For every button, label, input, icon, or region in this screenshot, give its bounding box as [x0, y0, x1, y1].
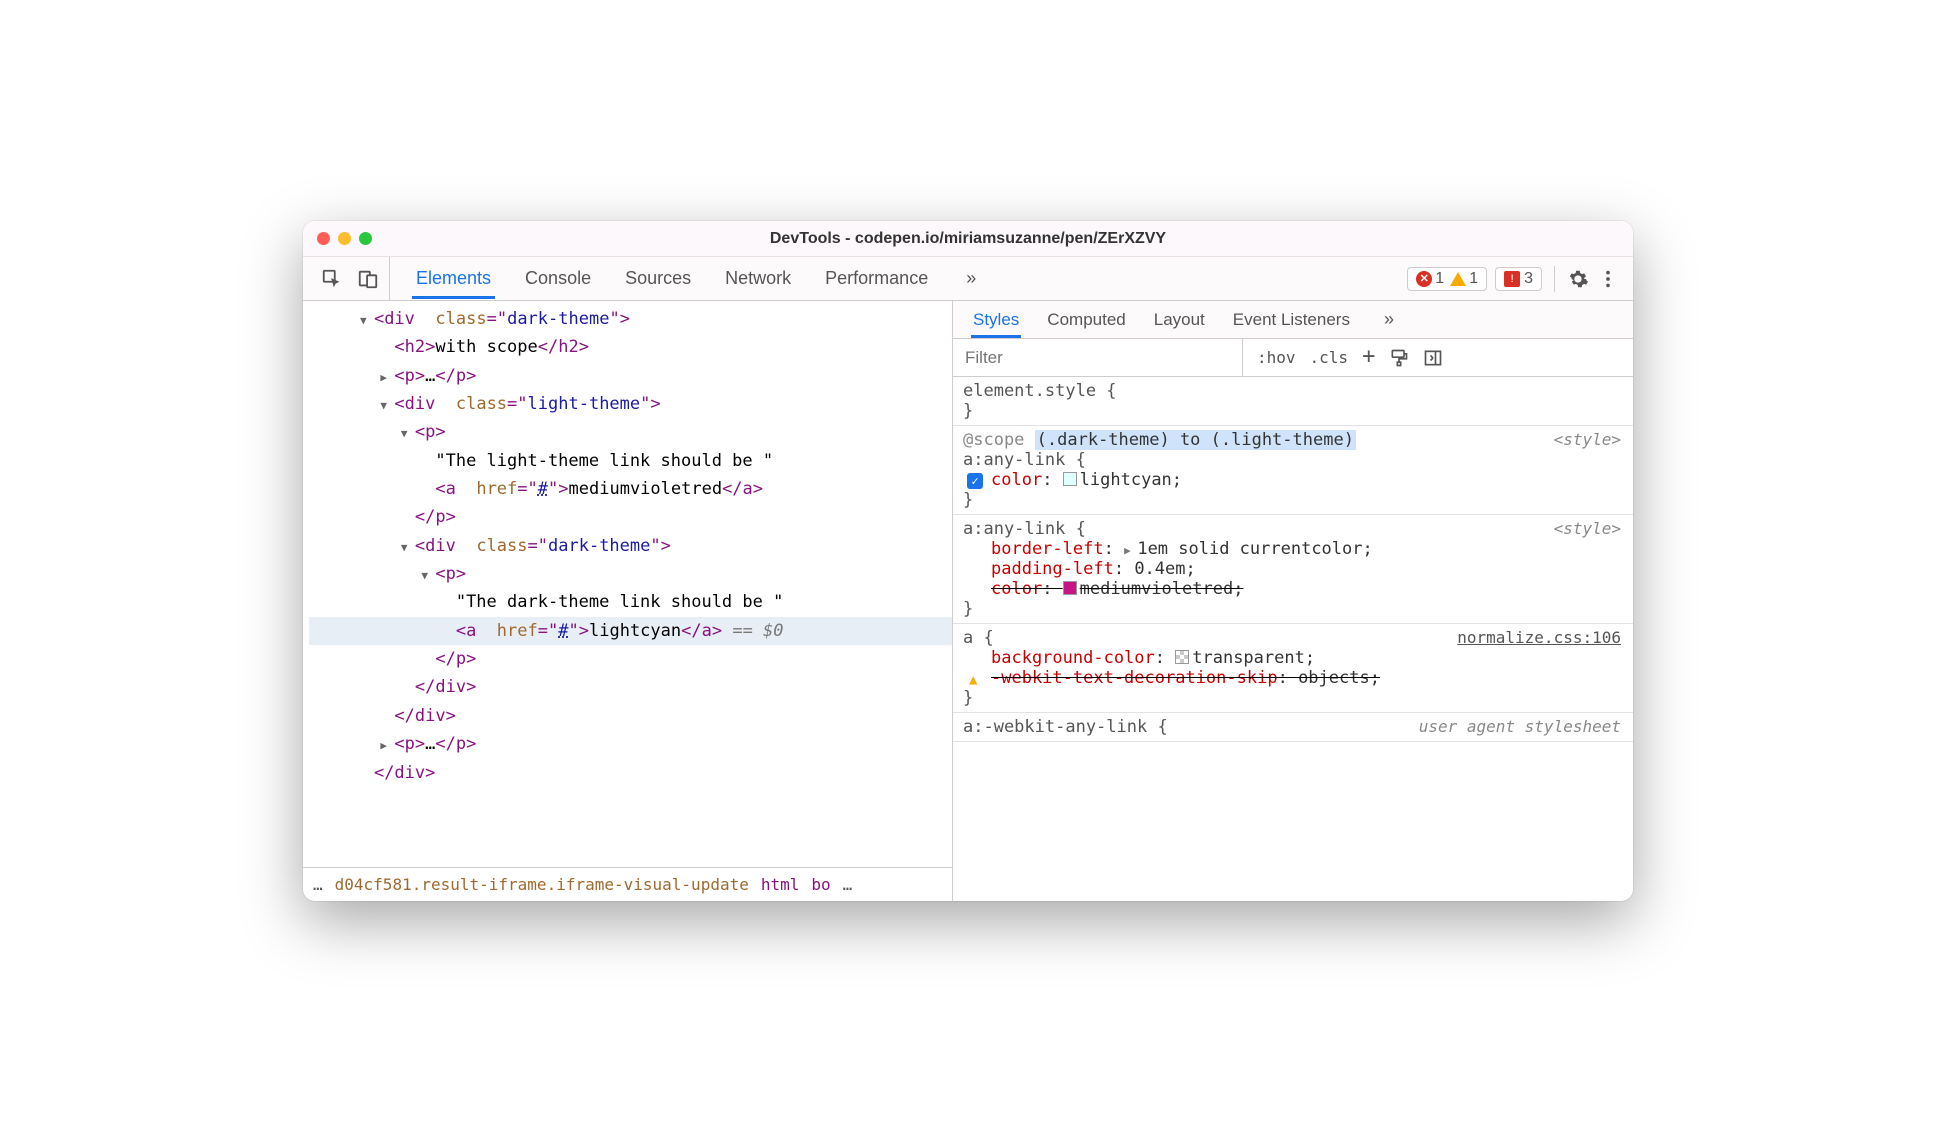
styles-pane: Styles Computed Layout Event Listeners »…	[953, 301, 1633, 901]
sidebar-tabs: Styles Computed Layout Event Listeners »	[953, 301, 1633, 339]
rule-source[interactable]: <style>	[1554, 519, 1621, 538]
breadcrumb-ellipsis: …	[313, 875, 323, 894]
property-checkbox[interactable]: ✓	[967, 473, 983, 489]
styles-filter-row: :hov .cls +	[953, 339, 1633, 377]
console-errors-badge[interactable]: ✕1 1	[1407, 267, 1487, 291]
subtab-computed[interactable]: Computed	[1045, 302, 1127, 338]
rule-source[interactable]: normalize.css:106	[1457, 628, 1621, 647]
paint-icon[interactable]	[1389, 348, 1409, 368]
toolbar-left-icons	[303, 257, 390, 300]
breadcrumb-trailing: …	[843, 875, 853, 894]
dom-line[interactable]: </div>	[309, 673, 952, 701]
breadcrumb-id: d04cf581.result-iframe.iframe-visual-upd…	[335, 875, 749, 894]
expand-icon[interactable]	[360, 306, 374, 332]
css-property[interactable]: ✓color: lightcyan;	[963, 470, 1621, 490]
rule-source[interactable]: <style>	[1554, 430, 1621, 449]
window-title: DevTools - codepen.io/miriamsuzanne/pen/…	[303, 230, 1633, 248]
expand-icon[interactable]	[380, 363, 394, 389]
dom-line[interactable]: <div class="light-theme">	[309, 390, 952, 418]
styles-filter-input[interactable]	[953, 339, 1243, 376]
breadcrumb-body[interactable]: bo	[811, 875, 830, 894]
expand-icon[interactable]	[380, 731, 394, 757]
warning-icon: ▲	[969, 672, 977, 688]
css-property[interactable]: padding-left: 0.4em;	[963, 559, 1621, 579]
content-area: <div class="dark-theme"> <h2>with scope<…	[303, 301, 1633, 901]
breadcrumb-html[interactable]: html	[761, 875, 800, 894]
css-property[interactable]: ▲-webkit-text-decoration-skip: objects;	[963, 668, 1621, 688]
dom-tree[interactable]: <div class="dark-theme"> <h2>with scope<…	[303, 301, 952, 867]
settings-icon[interactable]	[1567, 268, 1589, 290]
dom-line[interactable]: "The light-theme link should be "	[309, 447, 952, 475]
tabs-overflow-icon[interactable]: »	[958, 268, 984, 289]
dom-line[interactable]: <div class="dark-theme">	[309, 532, 952, 560]
tab-performance[interactable]: Performance	[821, 258, 932, 299]
tab-sources[interactable]: Sources	[621, 258, 695, 299]
color-swatch[interactable]	[1175, 650, 1189, 664]
tab-elements[interactable]: Elements	[412, 258, 495, 299]
new-style-rule-icon[interactable]: +	[1362, 344, 1375, 369]
subtab-event-listeners[interactable]: Event Listeners	[1231, 302, 1352, 338]
selector[interactable]: a:any-link {	[963, 519, 1621, 539]
subtabs-overflow-icon[interactable]: »	[1376, 309, 1402, 330]
maximize-window-button[interactable]	[359, 232, 372, 245]
cls-toggle[interactable]: .cls	[1310, 348, 1349, 367]
minimize-window-button[interactable]	[338, 232, 351, 245]
expand-icon[interactable]	[380, 391, 394, 417]
titlebar: DevTools - codepen.io/miriamsuzanne/pen/…	[303, 221, 1633, 257]
warning-icon	[1450, 272, 1466, 286]
error-icon: ✕	[1416, 271, 1432, 287]
hov-toggle[interactable]: :hov	[1257, 348, 1296, 367]
tab-network[interactable]: Network	[721, 258, 795, 299]
style-rule[interactable]: element.style {}	[953, 377, 1633, 426]
dom-line[interactable]: </div>	[309, 702, 952, 730]
close-window-button[interactable]	[317, 232, 330, 245]
css-property[interactable]: border-left: ▶ 1em solid currentcolor;	[963, 539, 1621, 559]
dom-line[interactable]: <p>…</p>	[309, 730, 952, 758]
style-rule[interactable]: <style>a:any-link {border-left: ▶ 1em so…	[953, 515, 1633, 624]
style-rule[interactable]: user agent stylesheeta:-webkit-any-link …	[953, 713, 1633, 742]
color-swatch[interactable]	[1063, 472, 1077, 486]
expand-icon[interactable]	[401, 419, 415, 445]
dom-line[interactable]: <p>…</p>	[309, 362, 952, 390]
main-toolbar: Elements Console Sources Network Perform…	[303, 257, 1633, 301]
dom-line[interactable]: <p>	[309, 418, 952, 446]
dom-line[interactable]: <p>	[309, 560, 952, 588]
css-property[interactable]: color: mediumvioletred;	[963, 579, 1621, 599]
dom-line[interactable]: <a href="#">lightcyan</a> == $0	[309, 617, 952, 645]
rule-source[interactable]: user agent stylesheet	[1419, 717, 1621, 736]
computed-panel-icon[interactable]	[1423, 348, 1443, 368]
subtab-styles[interactable]: Styles	[971, 302, 1021, 338]
expand-icon[interactable]	[401, 533, 415, 559]
separator	[1554, 266, 1555, 292]
color-swatch[interactable]	[1063, 581, 1077, 595]
subtab-layout[interactable]: Layout	[1152, 302, 1207, 338]
selector[interactable]: element.style {	[963, 381, 1621, 401]
selector[interactable]: a:any-link {	[963, 450, 1621, 470]
issues-badge[interactable]: !3	[1495, 267, 1542, 291]
dom-line[interactable]: "The dark-theme link should be "	[309, 588, 952, 616]
style-rule[interactable]: normalize.css:106a {background-color: tr…	[953, 624, 1633, 713]
filter-tools: :hov .cls +	[1243, 345, 1633, 370]
devtools-window: DevTools - codepen.io/miriamsuzanne/pen/…	[303, 221, 1633, 901]
css-property[interactable]: background-color: transparent;	[963, 648, 1621, 668]
device-toggle-icon[interactable]	[357, 268, 379, 290]
main-tabs: Elements Console Sources Network Perform…	[390, 257, 1403, 300]
toolbar-right: ✕1 1 !3	[1403, 257, 1633, 300]
expand-icon[interactable]	[421, 561, 435, 587]
dom-line[interactable]: <h2>with scope</h2>	[309, 333, 952, 361]
dom-line[interactable]: </p>	[309, 645, 952, 673]
styles-rules-list[interactable]: element.style {}<style>@scope (.dark-the…	[953, 377, 1633, 901]
style-rule[interactable]: <style>@scope (.dark-theme) to (.light-t…	[953, 426, 1633, 515]
elements-pane: <div class="dark-theme"> <h2>with scope<…	[303, 301, 953, 901]
dom-line[interactable]: </p>	[309, 503, 952, 531]
kebab-menu-icon[interactable]	[1597, 268, 1619, 290]
breadcrumb[interactable]: … d04cf581.result-iframe.iframe-visual-u…	[303, 867, 952, 901]
dom-line[interactable]: </div>	[309, 759, 952, 787]
inspect-icon[interactable]	[321, 268, 343, 290]
dom-line[interactable]: <a href="#">mediumvioletred</a>	[309, 475, 952, 503]
tab-console[interactable]: Console	[521, 258, 595, 299]
dom-line[interactable]: <div class="dark-theme">	[309, 305, 952, 333]
traffic-lights	[317, 232, 372, 245]
issues-icon: !	[1504, 271, 1520, 287]
